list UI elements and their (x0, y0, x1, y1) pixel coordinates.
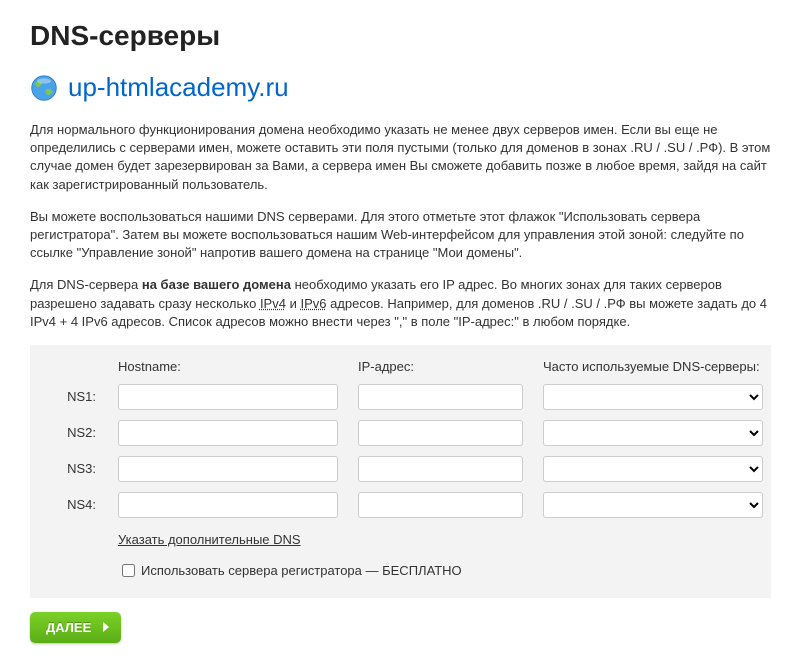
submit-row: ДАЛЕЕ (30, 612, 771, 643)
next-button-label: ДАЛЕЕ (46, 620, 91, 635)
intro-paragraph-1: Для нормального функционирования домена … (30, 121, 771, 194)
ipv6-link[interactable]: IPv6 (300, 296, 326, 311)
ns3-ip-input[interactable] (358, 456, 523, 482)
p3-pre: Для DNS-сервера (30, 277, 142, 292)
col-header-freq: Часто используемые DNS-серверы: (543, 359, 763, 374)
ns4-ip-input[interactable] (358, 492, 523, 518)
ns4-freq-select[interactable] (543, 492, 763, 518)
page-title: DNS-серверы (30, 20, 771, 52)
p3-and: и (286, 296, 301, 311)
ns4-hostname-input[interactable] (118, 492, 338, 518)
use-registrar-checkbox[interactable] (122, 564, 135, 577)
next-button[interactable]: ДАЛЕЕ (30, 612, 121, 643)
ns1-hostname-input[interactable] (118, 384, 338, 410)
globe-icon (30, 74, 58, 102)
ns1-ip-input[interactable] (358, 384, 523, 410)
ns3-label: NS3: (48, 461, 98, 476)
ipv4-link[interactable]: IPv4 (260, 296, 286, 311)
domain-header: up-htmlacademy.ru (30, 72, 771, 103)
ns2-hostname-input[interactable] (118, 420, 338, 446)
ns1-label: NS1: (48, 389, 98, 404)
ns2-label: NS2: (48, 425, 98, 440)
p3-bold: на базе вашего домена (142, 277, 291, 292)
arrow-right-icon (101, 620, 111, 635)
dns-form-grid: Hostname: IP-адрес: Часто используемые D… (48, 359, 753, 518)
dns-form-panel: Hostname: IP-адрес: Часто используемые D… (30, 345, 771, 598)
use-registrar-label: Использовать сервера регистратора — БЕСП… (141, 563, 462, 578)
intro-paragraph-2: Вы можете воспользоваться нашими DNS сер… (30, 208, 771, 263)
use-registrar-row: Использовать сервера регистратора — БЕСП… (118, 561, 753, 580)
intro-paragraph-3: Для DNS-сервера на базе вашего домена не… (30, 276, 771, 331)
ns3-hostname-input[interactable] (118, 456, 338, 482)
ns1-freq-select[interactable] (543, 384, 763, 410)
ns3-freq-select[interactable] (543, 456, 763, 482)
col-header-ip: IP-адрес: (358, 359, 523, 374)
ns2-freq-select[interactable] (543, 420, 763, 446)
more-dns-link[interactable]: Указать дополнительные DNS (118, 532, 301, 547)
ns2-ip-input[interactable] (358, 420, 523, 446)
domain-name: up-htmlacademy.ru (68, 72, 289, 103)
ns4-label: NS4: (48, 497, 98, 512)
col-header-hostname: Hostname: (118, 359, 338, 374)
